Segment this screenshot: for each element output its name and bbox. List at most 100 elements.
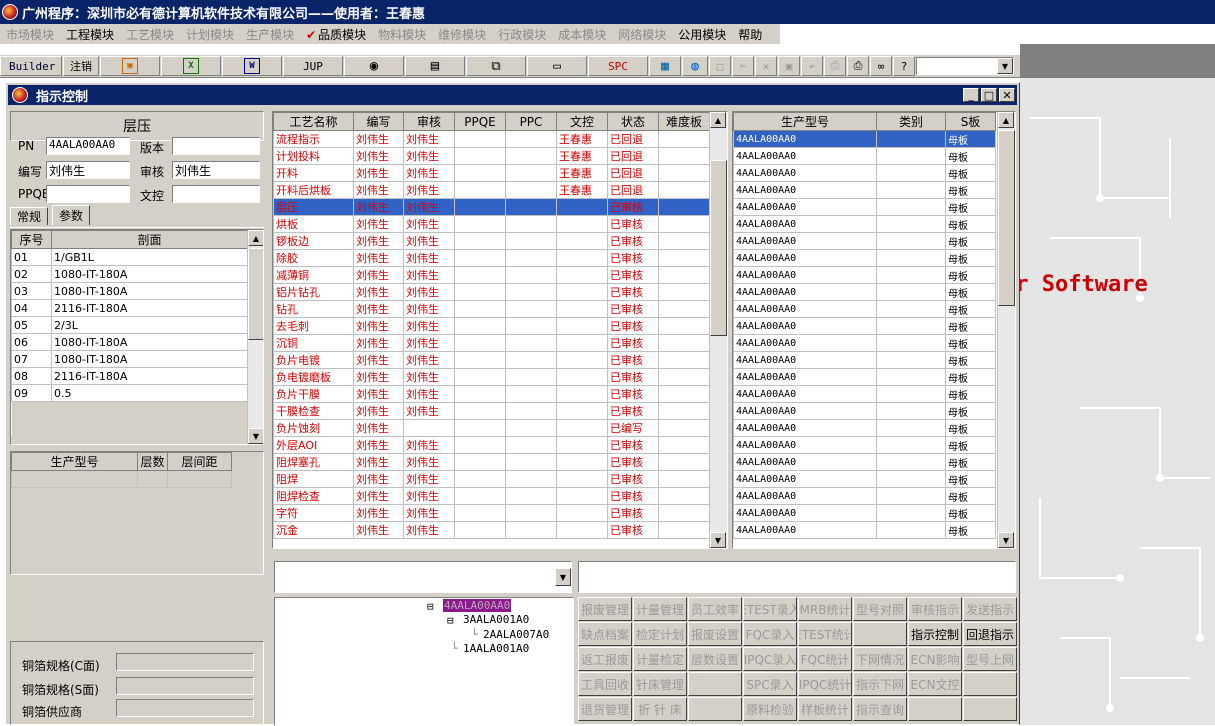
process-col-header[interactable]: 难度板: [658, 112, 710, 131]
function-button[interactable]: 退货管理: [578, 697, 632, 721]
table-row[interactable]: 负片蚀刻 刘伟生 已编写: [273, 419, 710, 437]
table-row[interactable]: 阻焊 刘伟生 刘伟生 已审核: [273, 470, 710, 488]
report-button[interactable]: ▣: [100, 56, 160, 76]
table-row[interactable]: 05 2/3L: [11, 316, 248, 334]
save-button[interactable]: ▣: [778, 56, 800, 76]
table-row[interactable]: 4AALA00AA0 母板: [733, 334, 996, 352]
table-row[interactable]: 4AALA00AA0 母板: [733, 283, 996, 301]
table-row[interactable]: 4AALA00AA0 母板: [733, 402, 996, 420]
process-col-header[interactable]: 审核: [403, 112, 455, 131]
doc-control-field[interactable]: [172, 185, 260, 203]
function-button[interactable]: FQC录入: [743, 622, 797, 646]
table-row[interactable]: 4AALA00AA0 母板: [733, 436, 996, 454]
function-button[interactable]: 针床管理: [633, 672, 687, 696]
logout-button[interactable]: 注销: [63, 56, 99, 76]
function-button[interactable]: [963, 672, 1017, 696]
copper-c-field[interactable]: [116, 653, 254, 671]
process-col-header[interactable]: 工艺名称: [273, 112, 354, 131]
copper-supplier-field[interactable]: [116, 699, 254, 717]
author-field[interactable]: 刘伟生: [46, 161, 130, 179]
table-row[interactable]: 4AALA00AA0 母板: [733, 470, 996, 488]
model-col-layers[interactable]: 层数: [137, 452, 168, 471]
function-button[interactable]: 缺点档案: [578, 622, 632, 646]
minimize-button[interactable]: _: [963, 88, 979, 102]
function-button[interactable]: [963, 697, 1017, 721]
menu-item[interactable]: 物料模块: [372, 26, 432, 43]
menu-item[interactable]: 工艺模块: [120, 26, 180, 43]
function-button[interactable]: 折 针 床: [633, 697, 687, 721]
table-row[interactable]: 阻焊塞孔 刘伟生 刘伟生 已审核: [273, 453, 710, 471]
function-button[interactable]: 报废设置: [688, 622, 742, 646]
table-row[interactable]: 负电镀磨板 刘伟生 刘伟生 已审核: [273, 368, 710, 386]
table-row[interactable]: 负片干膜 刘伟生 刘伟生 已审核: [273, 385, 710, 403]
menu-item[interactable]: 帮助: [732, 26, 768, 43]
computer-button[interactable]: ▭: [527, 56, 587, 76]
table-row[interactable]: 钻孔 刘伟生 刘伟生 已审核: [273, 300, 710, 318]
tree-grandchild[interactable]: 2AALA007A0: [483, 628, 549, 641]
table-row[interactable]: 02 1080-IT-180A: [11, 265, 248, 283]
tab-params[interactable]: 参数: [52, 205, 91, 225]
table-row[interactable]: 负片电镀 刘伟生 刘伟生 已审核: [273, 351, 710, 369]
table-row[interactable]: 4AALA00AA0 母板: [733, 385, 996, 403]
scroll-thumb[interactable]: [998, 130, 1015, 306]
process-col-header[interactable]: 状态: [607, 112, 659, 131]
scroll-up-icon[interactable]: ▲: [710, 112, 726, 128]
function-button[interactable]: 指示查询: [853, 697, 907, 721]
function-button[interactable]: ETEST录入: [743, 597, 797, 621]
function-button[interactable]: IPQC统计: [798, 672, 852, 696]
table-row[interactable]: 铝片钻孔 刘伟生 刘伟生 已审核: [273, 283, 710, 301]
scroll-thumb[interactable]: [710, 160, 727, 336]
version-field[interactable]: [172, 137, 260, 155]
print-button[interactable]: ⎙: [847, 56, 869, 76]
process-scrollbar[interactable]: ▲ ▼: [709, 112, 727, 548]
function-button[interactable]: 型号上网: [963, 647, 1017, 671]
spc-button[interactable]: SPC: [588, 56, 648, 76]
function-button[interactable]: 返工报废: [578, 647, 632, 671]
table-row[interactable]: 锣板边 刘伟生 刘伟生 已审核: [273, 232, 710, 250]
table-row[interactable]: 除胶 刘伟生 刘伟生 已审核: [273, 249, 710, 267]
tree-child-toggle[interactable]: ⊟: [447, 614, 454, 627]
table-row[interactable]: 去毛刺 刘伟生 刘伟生 已审核: [273, 317, 710, 335]
function-button[interactable]: MRB统计: [798, 597, 852, 621]
calculator-button[interactable]: ▦: [649, 56, 681, 76]
function-button[interactable]: 层数设置: [688, 647, 742, 671]
table-row[interactable]: 07 1080-IT-180A: [11, 350, 248, 368]
table-row[interactable]: 03 1080-IT-180A: [11, 282, 248, 300]
function-button[interactable]: ECN文控: [908, 672, 962, 696]
menu-item[interactable]: 计划模块: [180, 26, 240, 43]
menu-item[interactable]: 行政模块: [492, 26, 552, 43]
table-row[interactable]: [11, 470, 232, 488]
function-button[interactable]: 报废管理: [578, 597, 632, 621]
process-col-header[interactable]: 文控: [556, 112, 608, 131]
table-row[interactable]: 4AALA00AA0 母板: [733, 300, 996, 318]
table-row[interactable]: 外层AOI 刘伟生 刘伟生 已审核: [273, 436, 710, 454]
table-row[interactable]: 4AALA00AA0 母板: [733, 147, 996, 165]
table-row[interactable]: 4AALA00AA0 母板: [733, 130, 996, 148]
bottom-text-field[interactable]: [578, 561, 1016, 593]
function-button[interactable]: [908, 697, 962, 721]
table-row[interactable]: 减薄铜 刘伟生 刘伟生 已审核: [273, 266, 710, 284]
menu-item[interactable]: 维修模块: [432, 26, 492, 43]
copper-s-field[interactable]: [116, 677, 254, 695]
word-button[interactable]: W: [222, 56, 282, 76]
table-row[interactable]: 4AALA00AA0 母板: [733, 419, 996, 437]
function-button[interactable]: ETEST统计: [798, 622, 852, 646]
scroll-thumb[interactable]: [248, 248, 263, 340]
table-row[interactable]: 4AALA00AA0 母板: [733, 215, 996, 233]
table-row[interactable]: 4AALA00AA0 母板: [733, 453, 996, 471]
new-button[interactable]: □: [709, 56, 731, 76]
menu-item[interactable]: 生产模块: [240, 26, 300, 43]
function-button[interactable]: 员工效率: [688, 597, 742, 621]
tree-sibling[interactable]: 1AALA001A0: [463, 642, 529, 655]
table-row[interactable]: 09 0.5: [11, 384, 248, 402]
table-row[interactable]: 干膜检查 刘伟生 刘伟生 已审核: [273, 402, 710, 420]
ppqe-field[interactable]: [46, 185, 130, 203]
process-col-header[interactable]: PPQE: [454, 112, 506, 131]
function-button[interactable]: 审核指示: [908, 597, 962, 621]
function-button[interactable]: SPC录入: [743, 672, 797, 696]
help-button[interactable]: ?: [893, 56, 915, 76]
type-col-category[interactable]: 类别: [876, 112, 946, 131]
table-row[interactable]: 01 1/GB1L: [11, 248, 248, 266]
tree-root-toggle[interactable]: ⊟: [427, 600, 434, 613]
model-col-spacing[interactable]: 层间距: [167, 452, 232, 471]
